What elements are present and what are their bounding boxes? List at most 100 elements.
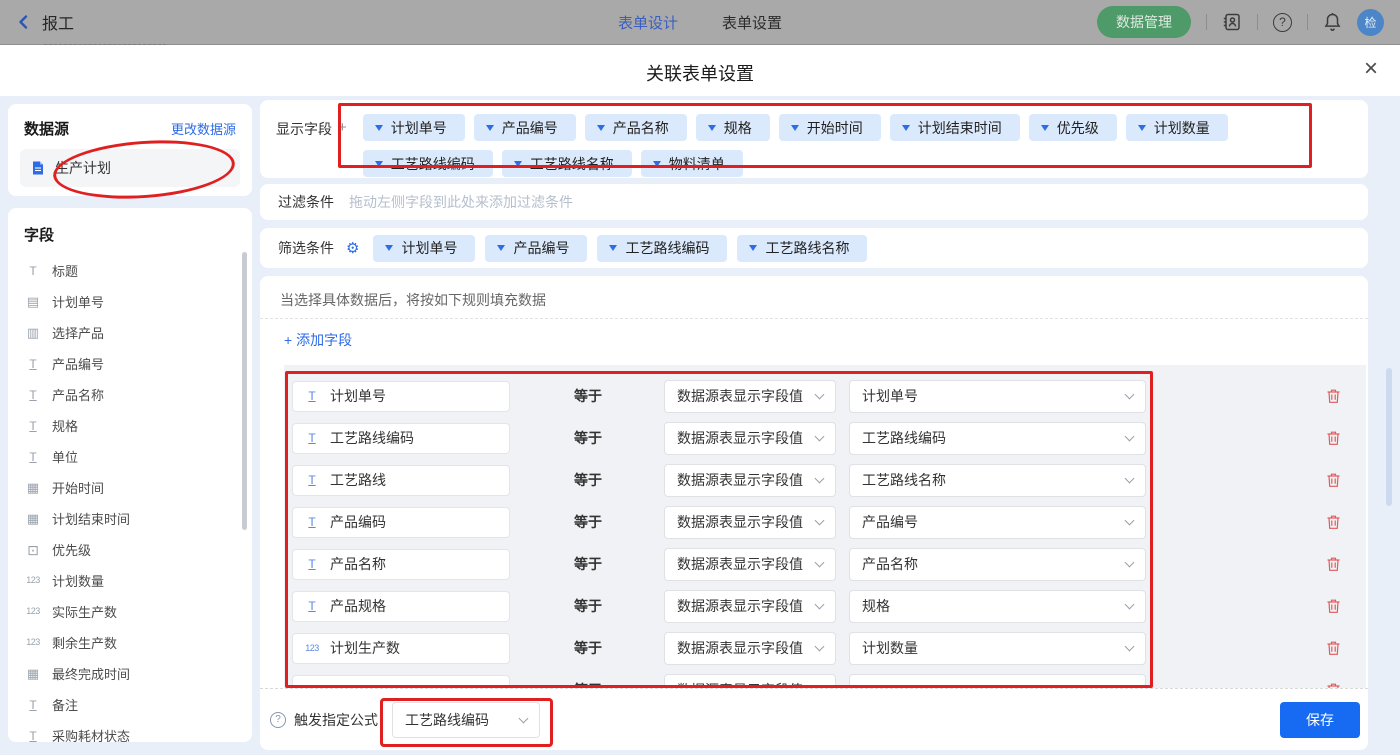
source-field-select[interactable]: 产品编号 (849, 506, 1146, 539)
source-type-select[interactable]: 数据源表显示字段值 (664, 632, 836, 665)
rule-field-input[interactable]: 计划单号 (292, 381, 510, 412)
save-button[interactable]: 保存 (1280, 702, 1360, 738)
fields-title: 字段 (8, 208, 252, 255)
field-tag[interactable]: 产品名称 (585, 114, 687, 141)
chevron-down-icon (815, 516, 825, 526)
delete-row-button[interactable] (1326, 640, 1341, 656)
source-type-select[interactable]: 数据源表显示字段值 (664, 590, 836, 623)
field-tag[interactable]: 物料清单 (641, 150, 743, 177)
field-type-icon (24, 667, 42, 680)
back-button[interactable] (16, 14, 32, 30)
field-tag[interactable]: 工艺路线编码 (363, 150, 493, 177)
field-tag-label: 工艺路线名称 (530, 154, 614, 174)
field-tag[interactable]: 工艺路线名称 (502, 150, 632, 177)
chevron-down-icon (1041, 125, 1049, 131)
trash-icon (1326, 514, 1341, 530)
trash-icon (1326, 472, 1341, 488)
trash-icon (1326, 556, 1341, 572)
screening-tag[interactable]: 工艺路线名称 (737, 235, 867, 262)
rule-field-input[interactable]: 产品规格 (292, 591, 510, 622)
source-type-select[interactable]: 数据源表显示字段值 (664, 674, 836, 689)
field-list-item[interactable]: 产品名称 (8, 379, 252, 410)
source-field-select[interactable]: 工艺路线名称 (849, 464, 1146, 497)
field-list-item[interactable]: 规格 (8, 410, 252, 441)
field-list-item[interactable]: 开始时间 (8, 472, 252, 503)
datasource-item[interactable]: 生产计划 (20, 149, 240, 187)
field-type-icon (303, 644, 321, 653)
equals-label: 等于 (574, 596, 604, 616)
delete-row-button[interactable] (1326, 556, 1341, 572)
field-list-item[interactable]: 计划数量 (8, 565, 252, 596)
trigger-field-select[interactable]: 工艺路线编码 (392, 702, 540, 738)
field-list-item[interactable]: 计划结束时间 (8, 503, 252, 534)
chevron-down-icon (653, 161, 661, 167)
change-datasource-link[interactable]: 更改数据源 (171, 119, 236, 138)
source-type-select[interactable]: 数据源表显示字段值 (664, 506, 836, 539)
tab-form-design[interactable]: 表单设计 (618, 12, 678, 33)
screening-tag[interactable]: 工艺路线编码 (597, 235, 727, 262)
source-field-select[interactable]: 规格 (849, 590, 1146, 623)
source-field-select[interactable]: 产品名称 (849, 548, 1146, 581)
source-type-select[interactable]: 数据源表显示字段值 (664, 548, 836, 581)
delete-row-button[interactable] (1326, 472, 1341, 488)
source-type-select[interactable]: 数据源表显示字段值 (664, 464, 836, 497)
screening-tag[interactable]: 产品编号 (485, 235, 587, 262)
field-list-item[interactable]: 产品编号 (8, 348, 252, 379)
field-list-item[interactable]: 标题 (8, 255, 252, 286)
field-tag[interactable]: 优先级 (1029, 114, 1117, 141)
tab-form-settings[interactable]: 表单设置 (722, 12, 782, 33)
data-manage-button[interactable]: 数据管理 (1097, 6, 1191, 38)
field-tag[interactable]: 产品编号 (474, 114, 576, 141)
source-field-select[interactable]: 计划单号 (849, 380, 1146, 413)
field-list-item[interactable]: 实际生产数 (8, 596, 252, 627)
source-field-select[interactable]: 计划数量 (849, 632, 1146, 665)
bell-icon[interactable] (1323, 12, 1342, 32)
rule-field-input[interactable]: 工艺路线编码 (292, 423, 510, 454)
screening-tag[interactable]: 计划单号 (373, 235, 475, 262)
screening-tag-label: 产品编号 (513, 238, 569, 258)
field-tag-label: 计划单号 (391, 118, 447, 138)
rules-scrollbar[interactable] (1386, 368, 1392, 506)
help-icon[interactable]: ? (1273, 13, 1292, 32)
delete-row-button[interactable] (1326, 514, 1341, 530)
rule-field-input[interactable]: 计划生产数 (292, 633, 510, 664)
delete-row-button[interactable] (1326, 598, 1341, 614)
field-list-item[interactable]: 采购耗材状态 (8, 720, 252, 742)
chevron-down-icon (815, 642, 825, 652)
field-tag[interactable]: 开始时间 (779, 114, 881, 141)
help-icon[interactable]: ? (270, 712, 286, 728)
field-list-item[interactable]: 选择产品 (8, 317, 252, 348)
rule-row: 工艺路线 等于 数据源表显示字段值 工艺路线名称 (284, 459, 1366, 501)
delete-row-button[interactable] (1326, 430, 1341, 446)
field-tag[interactable]: 计划单号 (363, 114, 465, 141)
field-tag[interactable]: 计划结束时间 (890, 114, 1020, 141)
field-list-item[interactable]: 备注 (8, 689, 252, 720)
add-field-link[interactable]: + 添加字段 (284, 330, 352, 350)
rule-field-input[interactable] (292, 675, 510, 689)
add-display-field-button[interactable]: + (338, 114, 347, 177)
source-field-select[interactable] (849, 674, 1146, 689)
delete-row-button[interactable] (1326, 388, 1341, 404)
modal-body: 数据源 更改数据源 生产计划 字段 标题 (0, 96, 1400, 755)
source-type-select[interactable]: 数据源表显示字段值 (664, 380, 836, 413)
field-tag[interactable]: 规格 (696, 114, 770, 141)
filter-panel[interactable]: 过滤条件 拖动左侧字段到此处来添加过滤条件 (260, 184, 1368, 220)
field-tag[interactable]: 计划数量 (1126, 114, 1228, 141)
rule-field-input[interactable]: 产品名称 (292, 549, 510, 580)
rule-field-input[interactable]: 产品编码 (292, 507, 510, 538)
source-field-select[interactable]: 工艺路线编码 (849, 422, 1146, 455)
close-icon[interactable]: × (1364, 57, 1378, 81)
field-list-item[interactable]: 单位 (8, 441, 252, 472)
field-list-item[interactable]: 最终完成时间 (8, 658, 252, 689)
field-list-item[interactable]: 优先级 (8, 534, 252, 565)
fields-scrollbar[interactable] (242, 252, 247, 530)
field-list-item[interactable]: 计划单号 (8, 286, 252, 317)
gear-icon[interactable]: ⚙ (346, 239, 359, 257)
avatar[interactable]: 检 (1357, 9, 1384, 36)
address-book-icon[interactable] (1222, 12, 1242, 32)
field-list-item[interactable]: 剩余生产数 (8, 627, 252, 658)
field-type-icon (24, 481, 42, 494)
source-type-select[interactable]: 数据源表显示字段值 (664, 422, 836, 455)
rule-field-input[interactable]: 工艺路线 (292, 465, 510, 496)
field-type-icon (24, 576, 42, 585)
